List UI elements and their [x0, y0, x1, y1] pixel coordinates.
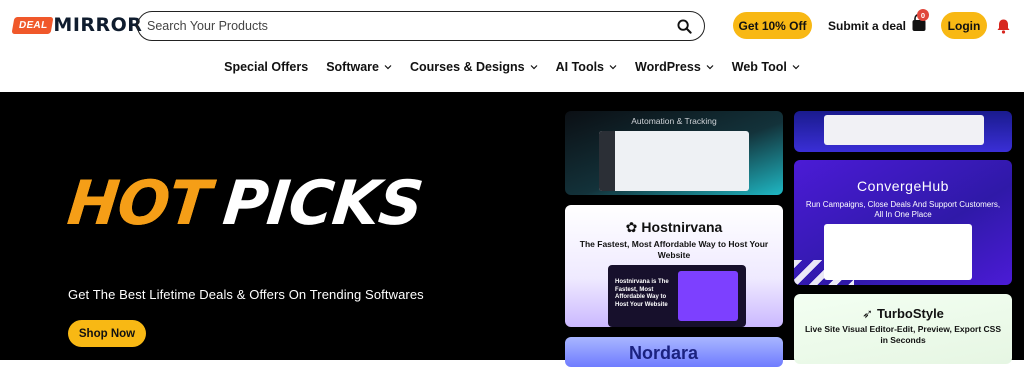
card-brand: ➶ TurboStyle: [794, 306, 1012, 322]
nav-item-label: WordPress: [635, 60, 701, 74]
shop-now-button[interactable]: Shop Now: [68, 320, 146, 347]
chevron-down-icon: [384, 65, 392, 70]
card-subtitle: Live Site Visual Editor-Edit, Preview, E…: [804, 324, 1002, 346]
card-screenshot: [824, 115, 984, 145]
card-brand-name: Hostnirvana: [641, 219, 723, 235]
nav-item-web-tool[interactable]: Web Tool: [723, 56, 809, 78]
deal-card-partial-top[interactable]: [794, 111, 1012, 152]
rocket-icon: ➶: [862, 306, 873, 321]
card-caption: Automation & Tracking: [631, 116, 717, 126]
deal-card-turbostyle[interactable]: ➶ TurboStyle Live Site Visual Editor-Edit…: [794, 294, 1012, 364]
card-decoration: [794, 260, 854, 285]
chevron-down-icon: [792, 65, 800, 70]
nav-item-label: Web Tool: [731, 60, 787, 74]
nav-item-ai-tools[interactable]: AI Tools: [547, 56, 626, 78]
site-header: DEAL MIRROR Get 10% Off Submit a deal 0 …: [0, 0, 1024, 92]
card-mock-text: Hostnirvana is The Fastest, Most Afforda…: [615, 279, 669, 308]
card-brand-name: TurboStyle: [876, 306, 944, 321]
site-logo[interactable]: DEAL MIRROR: [11, 12, 143, 38]
nav-item-label: AI Tools: [555, 60, 605, 74]
cart-count-badge: 0: [917, 9, 929, 21]
search-input[interactable]: [147, 19, 676, 33]
chevron-down-icon: [609, 65, 617, 70]
nav-item-courses-designs[interactable]: Courses & Designs: [401, 56, 547, 78]
nav-item-wordpress[interactable]: WordPress: [626, 56, 723, 78]
lotus-icon: ✿: [625, 219, 638, 235]
main-nav: Special Offers Software Courses & Design…: [0, 56, 1024, 78]
card-screenshot-sidebar: [599, 131, 615, 191]
nav-item-special-offers[interactable]: Special Offers: [215, 56, 317, 78]
card-mock-image: [678, 271, 738, 321]
chevron-down-icon: [706, 65, 714, 70]
search-icon[interactable]: [676, 18, 692, 34]
login-button[interactable]: Login: [941, 12, 987, 39]
card-subtitle: Run Campaigns, Close Deals And Support C…: [805, 200, 1001, 220]
hero-headline: HOT PICKS: [64, 168, 425, 239]
nav-item-label: Courses & Designs: [410, 60, 525, 74]
submit-deal-link[interactable]: Submit a deal: [828, 19, 906, 33]
deal-card-convergehub[interactable]: ConvergeHub Run Campaigns, Close Deals A…: [794, 160, 1012, 285]
card-subtitle: The Fastest, Most Affordable Way to Host…: [579, 239, 769, 261]
chevron-down-icon: [530, 65, 538, 70]
deal-card-automation[interactable]: Automation & Tracking: [565, 111, 783, 195]
card-brand-name: Nordara: [629, 343, 699, 363]
hero-tagline: Get The Best Lifetime Deals & Offers On …: [68, 287, 424, 302]
bell-icon[interactable]: [996, 18, 1012, 34]
nav-item-software[interactable]: Software: [317, 56, 401, 78]
card-brand-name: ConvergeHub: [857, 178, 949, 194]
hero-headline-picks: PICKS: [219, 168, 426, 239]
nav-item-label: Special Offers: [224, 60, 309, 74]
deal-card-hostnirvana[interactable]: ✿ Hostnirvana The Fastest, Most Affordabl…: [565, 205, 783, 327]
get-discount-button[interactable]: Get 10% Off: [733, 12, 812, 39]
hero-headline-hot: HOT: [64, 168, 214, 239]
search-bar: [137, 11, 705, 41]
logo-text: MIRROR: [53, 14, 143, 36]
card-screenshot: [599, 131, 749, 191]
nav-item-label: Software: [326, 60, 379, 74]
logo-badge: DEAL: [11, 16, 54, 34]
deal-card-partial[interactable]: Nordara: [565, 337, 783, 367]
card-brand: ✿ Hostnirvana: [565, 219, 783, 236]
